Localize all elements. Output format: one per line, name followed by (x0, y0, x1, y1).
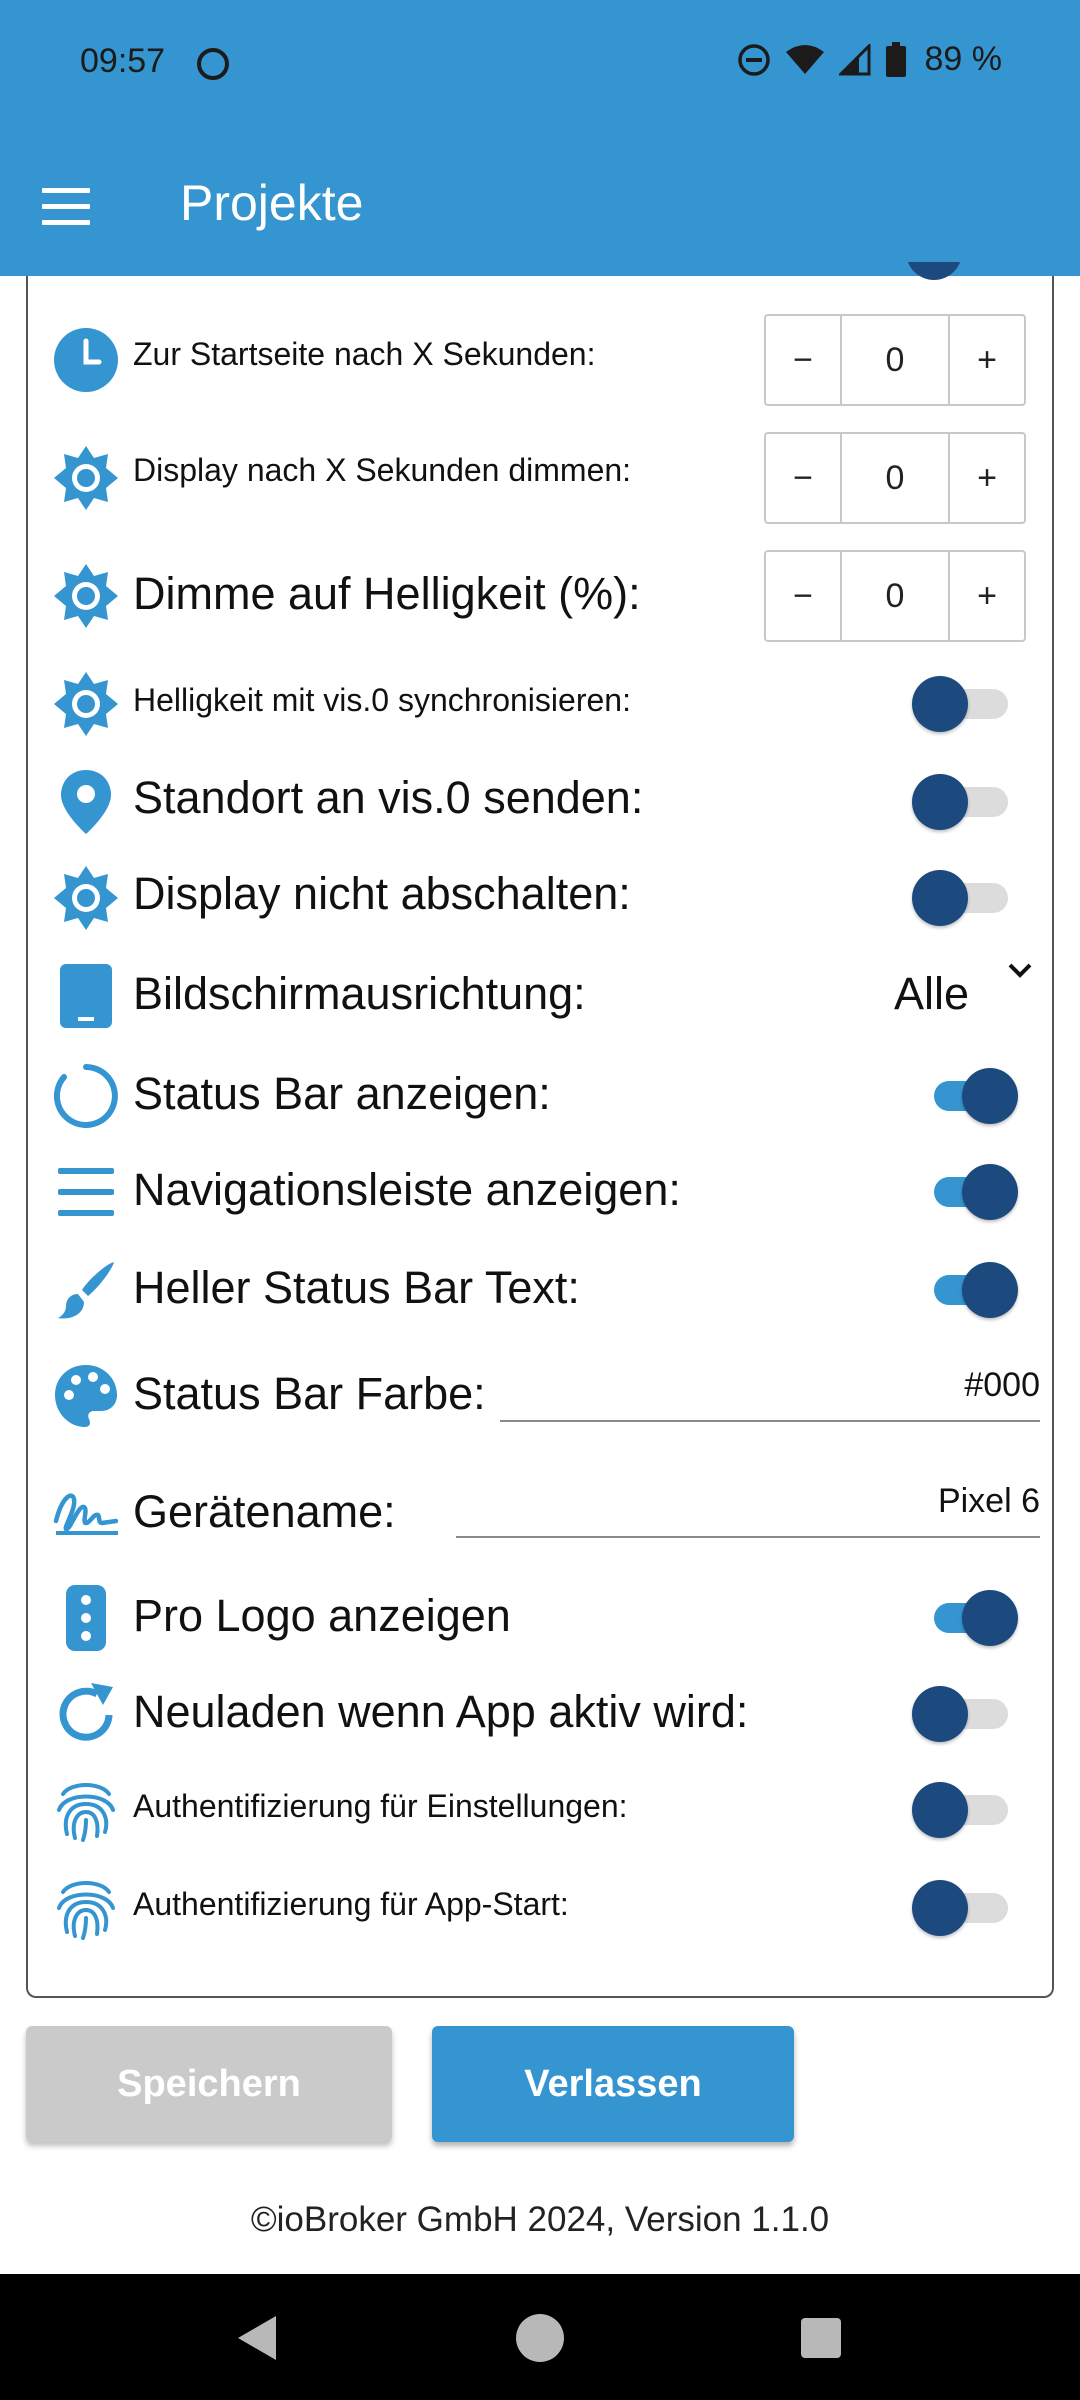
input-value: Pixel 6 (937, 1482, 1040, 1520)
setting-label: Heller Status Bar Text: (133, 1262, 580, 1313)
stepper-value[interactable]: 0 (842, 432, 948, 524)
setting-reload-on-active: Neuladen wenn App aktiv wird: (0, 1680, 1080, 1748)
setting-sync-brightness: Helligkeit mit vis.0 synchronisieren: (0, 670, 1080, 738)
setting-auth-settings: Authentifizierung für Einstellungen: (0, 1776, 1080, 1844)
decrement-button[interactable]: − (764, 550, 842, 642)
setting-light-status-text: Heller Status Bar Text: (0, 1256, 1080, 1324)
clock-icon (52, 326, 120, 394)
setting-show-status-bar: Status Bar anzeigen: (0, 1062, 1080, 1130)
clock: 09:57 (80, 42, 166, 80)
palette-icon (52, 1362, 120, 1430)
increment-button[interactable]: + (948, 432, 1026, 524)
decrement-button[interactable]: − (764, 314, 842, 406)
setting-label: Neuladen wenn App aktiv wird: (133, 1686, 749, 1737)
status-icons: 89 % (737, 40, 1003, 79)
traffic-light-icon (52, 1584, 120, 1652)
sync-indicator-icon (197, 48, 229, 80)
fingerprint-icon (52, 1776, 120, 1844)
stepper-value[interactable]: 0 (842, 550, 948, 642)
setting-label: Display nach X Sekunden dimmen: (133, 452, 632, 488)
setting-status-bar-color: Status Bar Farbe: #000 (0, 1362, 1080, 1458)
cell-signal-icon (838, 43, 870, 75)
setting-show-nav-bar: Navigationsleiste anzeigen: (0, 1158, 1080, 1226)
scrolled-toggle-knob (906, 262, 966, 282)
brightness-icon (52, 670, 120, 738)
show-pro-logo-toggle[interactable] (912, 1590, 1018, 1646)
progress-ring-icon (52, 1062, 120, 1130)
setting-keep-screen-on: Display nicht abschalten: (0, 864, 1080, 932)
increment-button[interactable]: + (948, 314, 1026, 406)
setting-label: Display nicht abschalten: (133, 868, 631, 919)
leave-button[interactable]: Verlassen (432, 2026, 794, 2142)
setting-label: Helligkeit mit vis.0 synchronisieren: (133, 682, 631, 718)
auth-settings-toggle[interactable] (912, 1782, 1012, 1838)
brightness-icon (52, 444, 120, 512)
setting-label: Zur Startseite nach X Sekunden: (133, 336, 596, 372)
refresh-icon (52, 1680, 120, 1748)
setting-label: Status Bar Farbe: (133, 1368, 486, 1419)
setting-device-name: Gerätename: Pixel 6 (0, 1478, 1080, 1574)
auth-app-start-toggle[interactable] (912, 1880, 1012, 1936)
setting-label: Gerätename: (133, 1486, 396, 1537)
tablet-icon (52, 962, 120, 1030)
app-bar: Projekte (0, 128, 1080, 276)
status-bar-color-input[interactable]: #000 (500, 1362, 1040, 1422)
setting-home-timeout: Zur Startseite nach X Sekunden: − 0 + (0, 314, 1080, 406)
light-status-text-toggle[interactable] (912, 1262, 1018, 1318)
increment-button[interactable]: + (948, 550, 1026, 642)
copyright-footer: ©ioBroker GmbH 2024, Version 1.1.0 (250, 2200, 830, 2239)
back-icon[interactable] (236, 2314, 278, 2362)
decrement-button[interactable]: − (764, 432, 842, 524)
brush-icon (52, 1256, 120, 1324)
setting-label: Status Bar anzeigen: (133, 1068, 551, 1119)
sync-brightness-toggle[interactable] (912, 676, 1012, 732)
recent-apps-icon[interactable] (801, 2318, 841, 2358)
show-status-bar-toggle[interactable] (912, 1068, 1018, 1124)
location-pin-icon (52, 768, 120, 836)
input-value: #000 (964, 1366, 1040, 1404)
do-not-disturb-icon (737, 43, 770, 76)
wifi-icon (785, 44, 824, 74)
dim-brightness-stepper: − 0 + (764, 550, 1026, 642)
home-timeout-stepper: − 0 + (764, 314, 1026, 406)
setting-label: Authentifizierung für App-Start: (133, 1886, 569, 1922)
battery-icon (885, 41, 906, 77)
setting-label: Authentifizierung für Einstellungen: (133, 1788, 628, 1824)
setting-dim-timeout: Display nach X Sekunden dimmen: − 0 + (0, 432, 1080, 524)
setting-orientation: Bildschirmausrichtung: Alle (0, 962, 1080, 1030)
system-nav-bar (0, 2274, 1080, 2400)
home-icon[interactable] (516, 2314, 564, 2362)
setting-label: Standort an vis.0 senden: (133, 772, 644, 823)
brightness-icon (52, 562, 120, 630)
stepper-value[interactable]: 0 (842, 314, 948, 406)
setting-auth-app-start: Authentifizierung für App-Start: (0, 1874, 1080, 1942)
setting-label: Dimme auf Helligkeit (%): (133, 568, 641, 619)
show-nav-bar-toggle[interactable] (912, 1164, 1018, 1220)
dim-timeout-stepper: − 0 + (764, 432, 1026, 524)
battery-percentage: 89 % (924, 40, 1003, 78)
setting-show-pro-logo: Pro Logo anzeigen (0, 1584, 1080, 1652)
brightness-icon (52, 864, 120, 932)
list-icon (52, 1158, 120, 1226)
system-status-bar: 09:57 89 % (0, 0, 1080, 128)
page-title: Projekte (180, 175, 364, 231)
signature-icon (52, 1478, 120, 1546)
save-button[interactable]: Speichern (26, 2026, 392, 2142)
setting-dim-brightness: Dimme auf Helligkeit (%): − 0 + (0, 550, 1080, 642)
setting-label: Pro Logo anzeigen (133, 1590, 511, 1641)
device-name-input[interactable]: Pixel 6 (456, 1478, 1040, 1538)
setting-send-location: Standort an vis.0 senden: (0, 768, 1080, 836)
send-location-toggle[interactable] (912, 774, 1012, 830)
fingerprint-icon (52, 1874, 120, 1942)
reload-on-active-toggle[interactable] (912, 1686, 1012, 1742)
setting-label: Bildschirmausrichtung: (133, 968, 586, 1019)
menu-icon[interactable] (42, 188, 94, 225)
chevron-down-icon[interactable] (1004, 954, 1036, 986)
orientation-select[interactable]: Alle (894, 968, 969, 1020)
keep-screen-on-toggle[interactable] (912, 870, 1012, 926)
setting-label: Navigationsleiste anzeigen: (133, 1164, 681, 1215)
